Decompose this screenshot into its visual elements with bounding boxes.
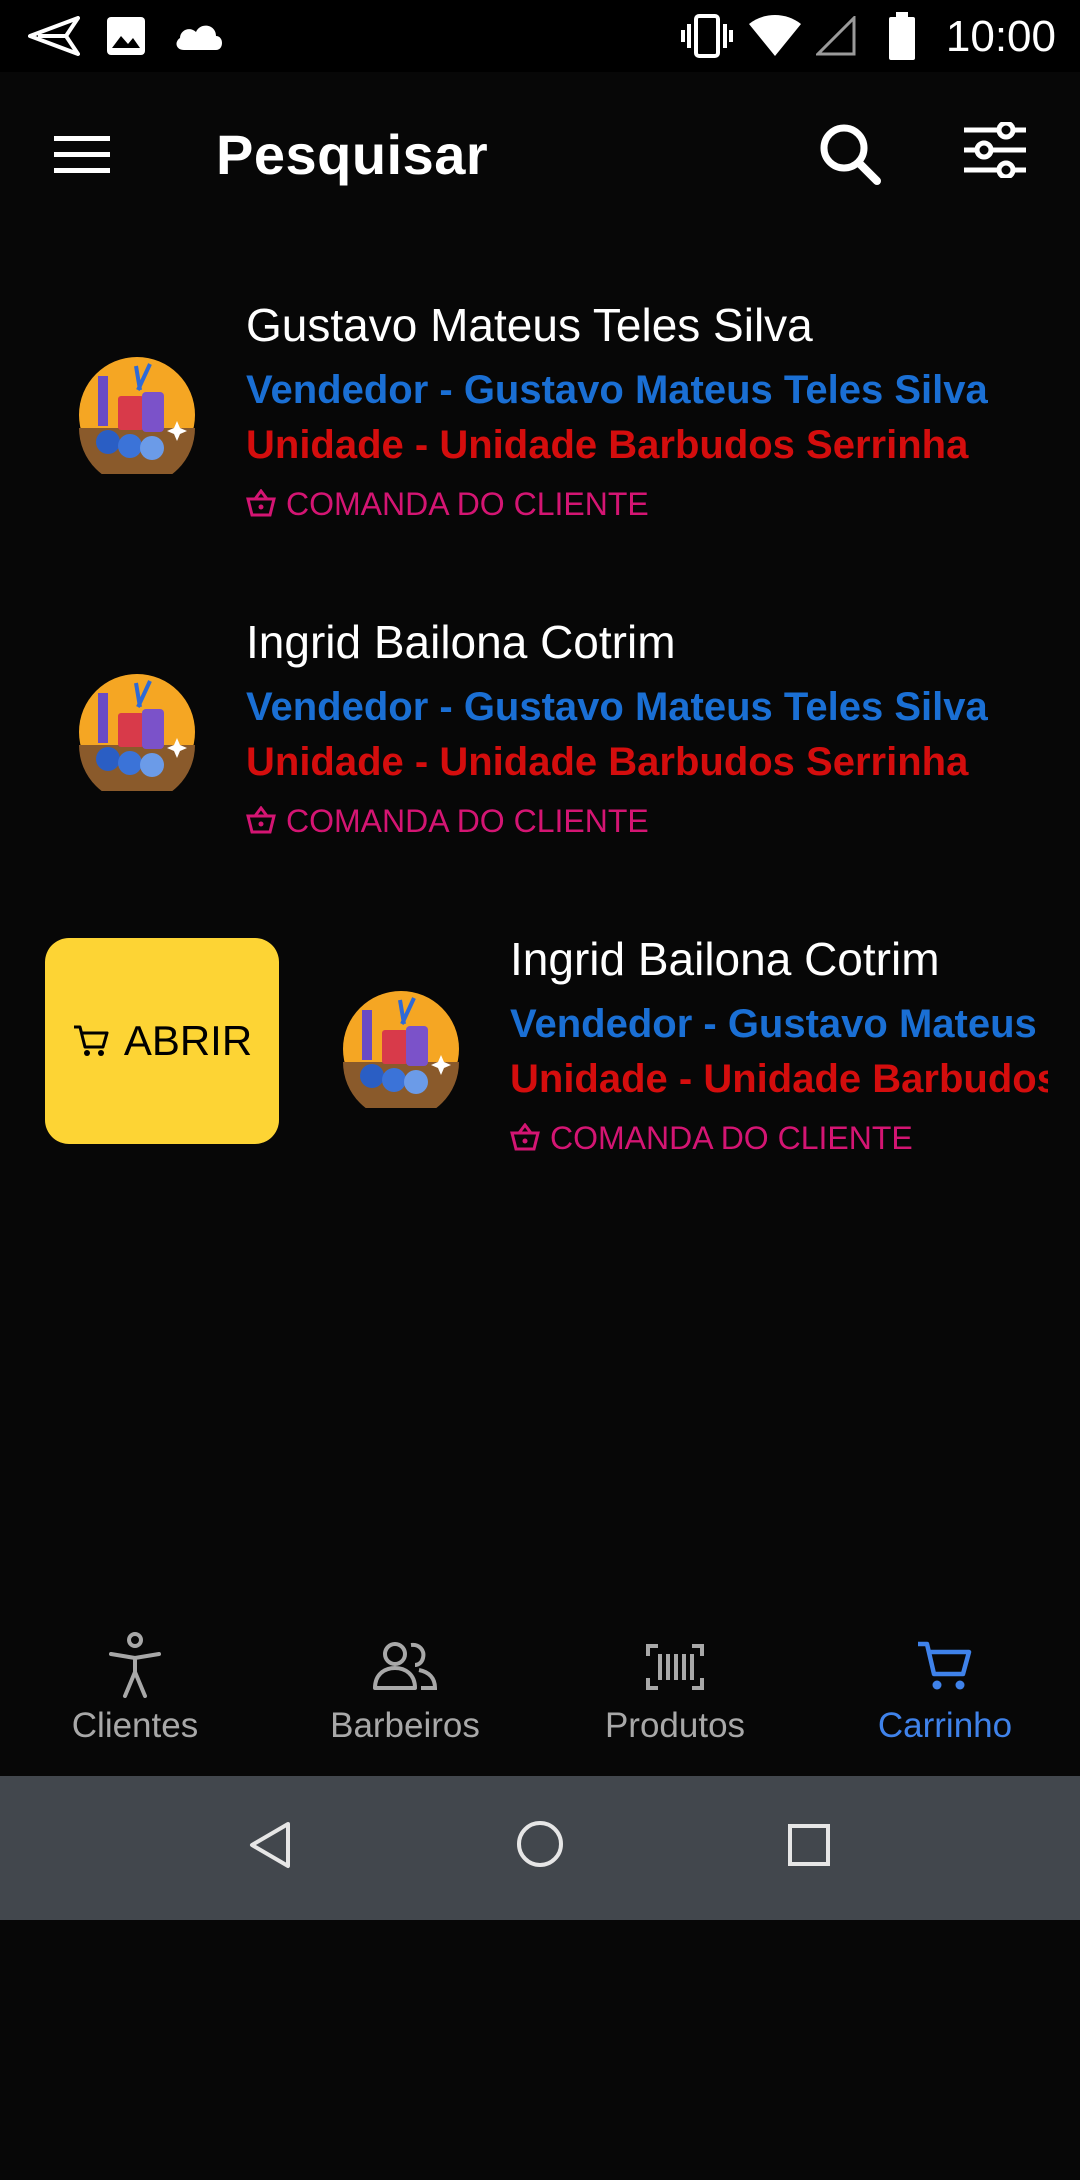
recents-icon[interactable] bbox=[788, 1824, 830, 1866]
abrir-label: ABRIR bbox=[123, 1017, 253, 1064]
nav-item-carrinho[interactable]: Carrinho bbox=[810, 1612, 1080, 1776]
nav-item-barbeiros[interactable]: Barbeiros bbox=[270, 1612, 540, 1776]
nav-label: Produtos bbox=[604, 1706, 746, 1745]
basket-icon bbox=[510, 1123, 540, 1151]
list-item-content: Ingrid Bailona Cotrim Vendedor - Gustavo… bbox=[264, 894, 1048, 1194]
battery-icon bbox=[889, 12, 915, 60]
cloud-icon bbox=[176, 25, 222, 50]
client-name: Ingrid Bailona Cotrim bbox=[510, 933, 940, 985]
system-navigation-bar bbox=[0, 1776, 1080, 1920]
cart-icon bbox=[918, 1641, 972, 1690]
unit-text: Unidade - Unidade Barbudos Serrinha bbox=[510, 1057, 1048, 1101]
page-title: Pesquisar bbox=[216, 123, 489, 186]
nav-item-produtos[interactable]: Produtos bbox=[540, 1612, 810, 1776]
bottom-navigation: Clientes Barbeiros Produtos Carrinho bbox=[0, 1612, 1080, 1776]
status-bar: 10:00 bbox=[0, 0, 1080, 72]
people-icon bbox=[373, 1642, 437, 1690]
clock: 10:00 bbox=[945, 12, 1056, 61]
app-bar: Pesquisar bbox=[0, 72, 1080, 240]
signal-icon bbox=[816, 16, 856, 56]
nav-item-clientes[interactable]: Clientes bbox=[0, 1612, 270, 1776]
back-icon[interactable] bbox=[248, 1820, 292, 1870]
vendor-text: Vendedor - Gustavo Mateus Teles Silva bbox=[510, 1002, 1048, 1046]
nav-label: Carrinho bbox=[877, 1706, 1013, 1745]
nav-label: Clientes bbox=[71, 1706, 199, 1745]
vibrate-icon bbox=[681, 14, 733, 58]
image-icon bbox=[107, 17, 145, 55]
barber-tools-avatar-icon bbox=[343, 991, 459, 1108]
barcode-icon bbox=[646, 1644, 704, 1690]
filter-settings-icon[interactable] bbox=[962, 122, 1028, 178]
home-icon[interactable] bbox=[516, 1820, 564, 1868]
abrir-button[interactable]: ABRIR bbox=[45, 938, 279, 1144]
send-icon bbox=[28, 16, 80, 56]
comanda-tag: COMANDA DO CLIENTE bbox=[510, 1120, 913, 1157]
menu-icon[interactable] bbox=[54, 134, 110, 174]
comanda-tag-label: COMANDA DO CLIENTE bbox=[550, 1120, 913, 1156]
cart-icon bbox=[73, 1025, 109, 1056]
person-icon bbox=[109, 1632, 161, 1698]
search-icon[interactable] bbox=[818, 122, 882, 186]
wifi-icon bbox=[749, 15, 801, 56]
nav-label: Barbeiros bbox=[330, 1706, 480, 1745]
